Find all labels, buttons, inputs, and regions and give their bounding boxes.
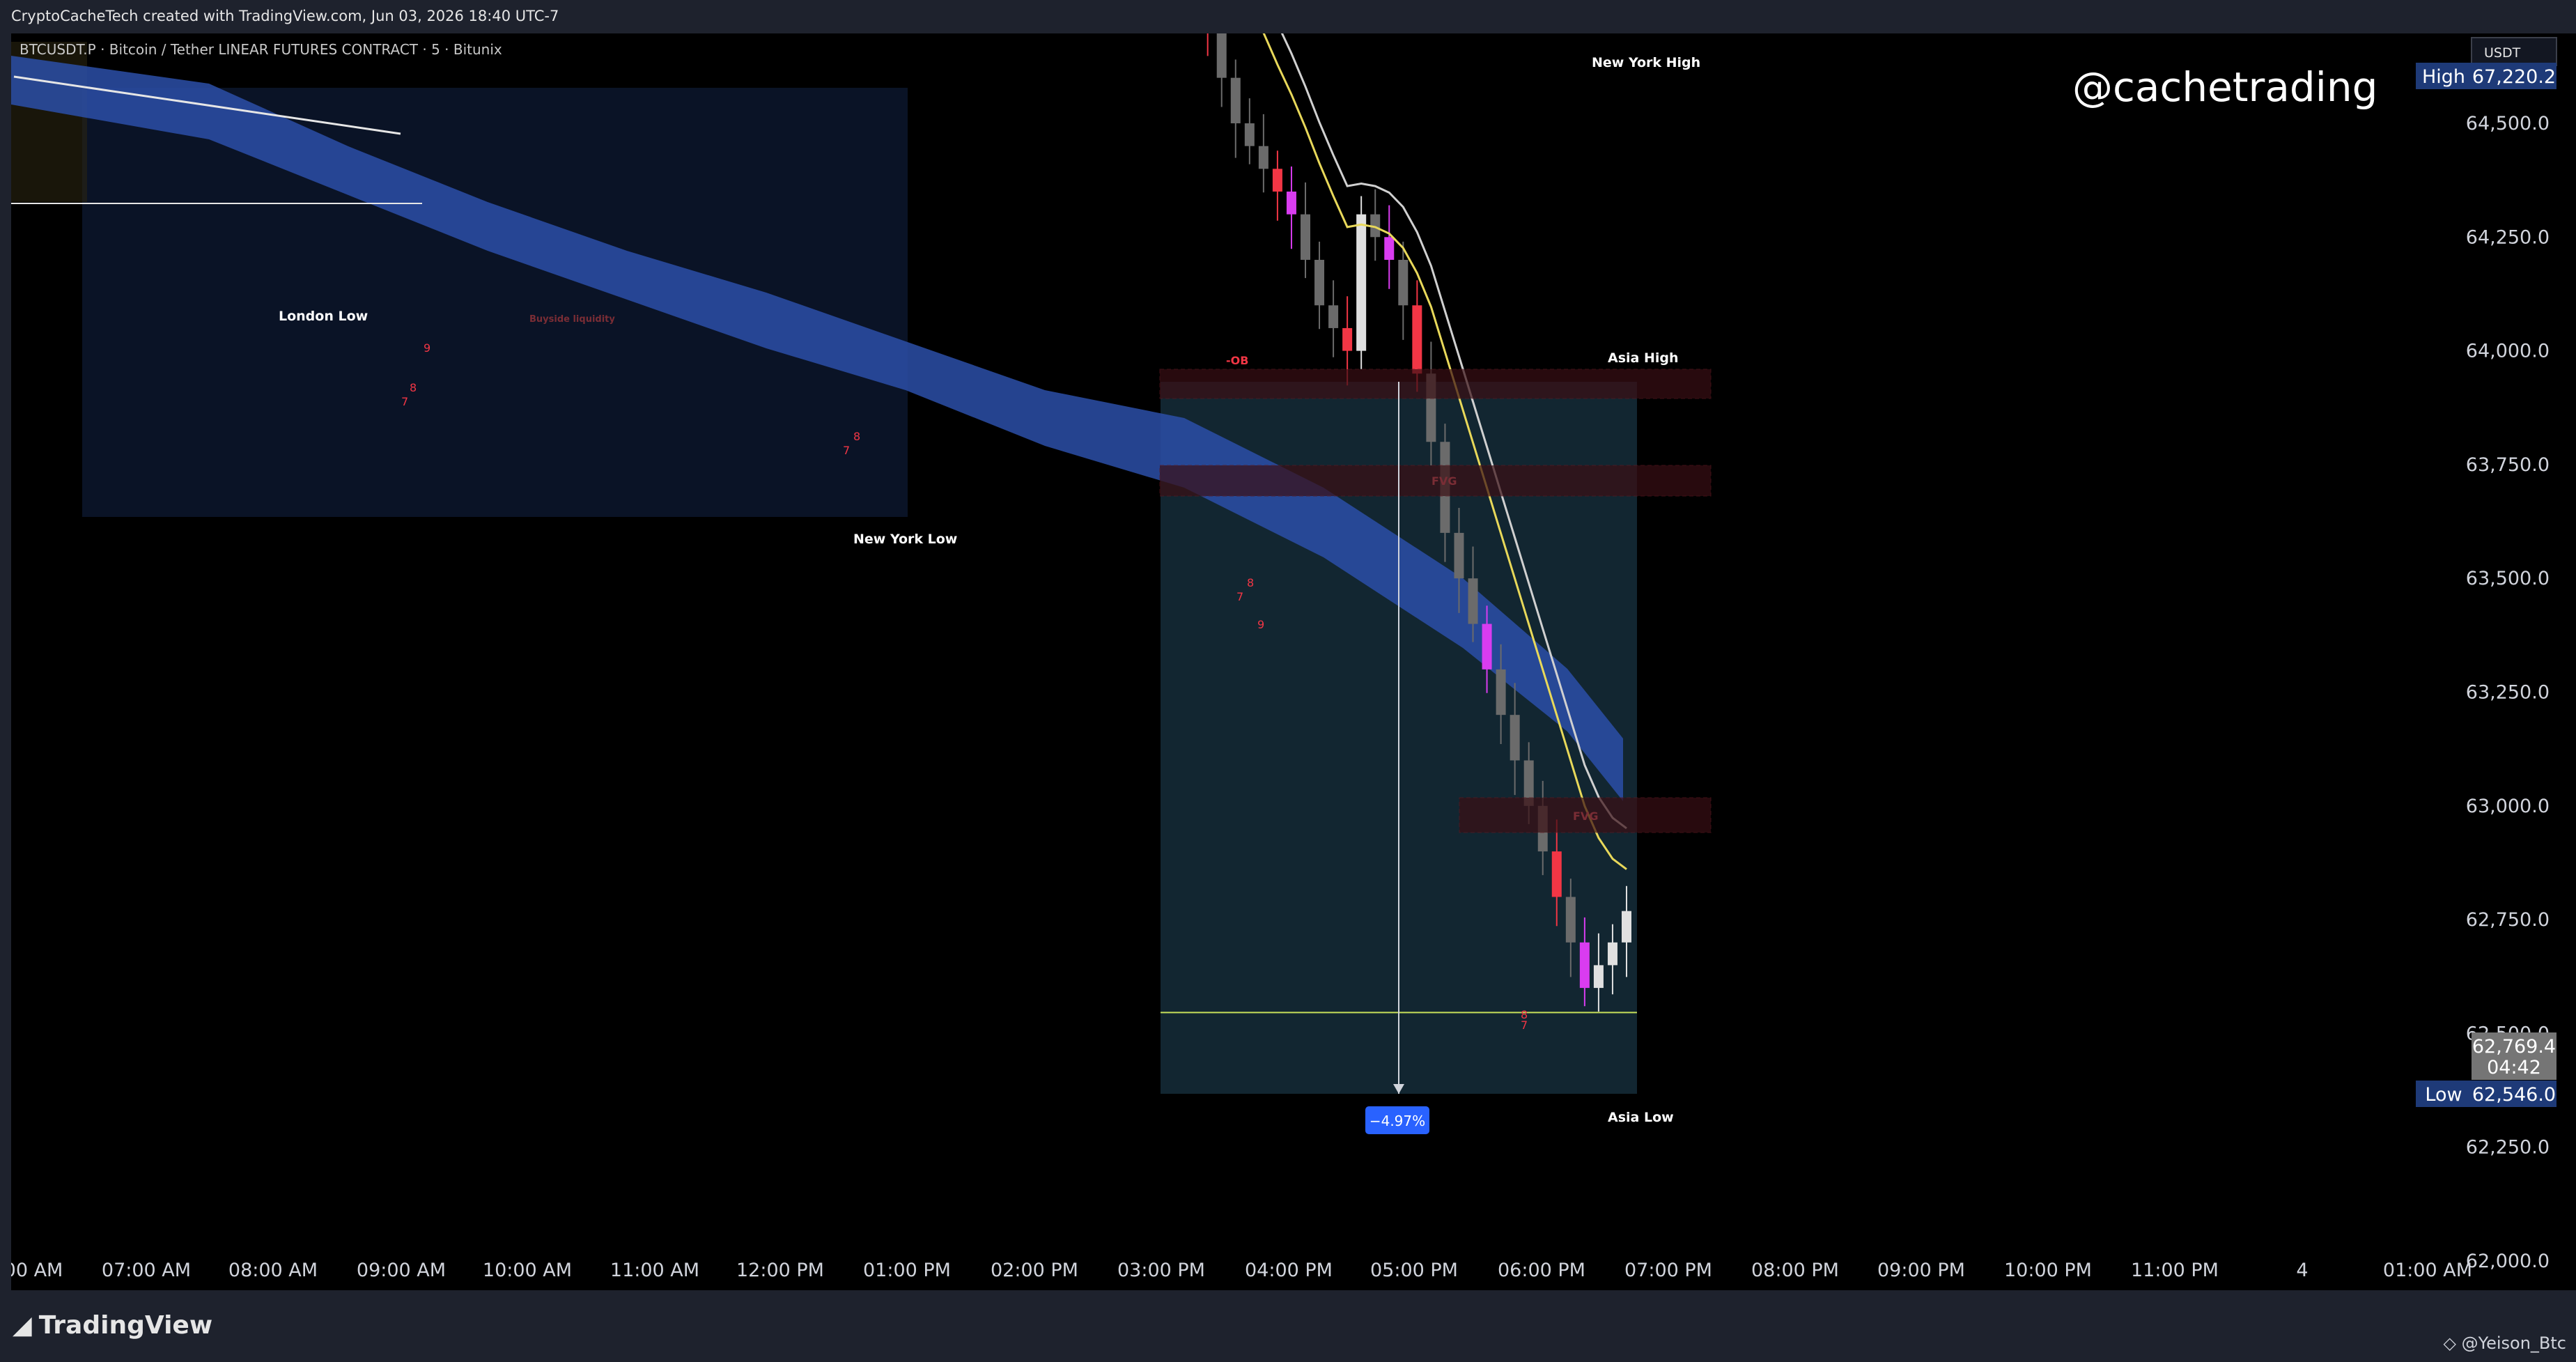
label-fvg: FVG	[1431, 474, 1457, 488]
x-tick-label: 02:00 PM	[991, 1260, 1078, 1281]
candle-body	[1565, 897, 1576, 943]
label-asia-high: Asia High	[1608, 350, 1679, 366]
y-tick-label: 62,000.0	[2466, 1251, 2550, 1272]
candle-body	[1244, 123, 1255, 146]
candle-body	[1579, 942, 1590, 989]
x-tick-label: 04:00 PM	[1245, 1260, 1333, 1281]
sequence-mark: 7	[843, 444, 850, 457]
author-credit-text: @Yeison_Btc	[2461, 1333, 2566, 1353]
candle-body	[1314, 259, 1325, 306]
y-tick-label: 64,500.0	[2466, 113, 2550, 134]
candle-body	[1301, 214, 1310, 260]
candle-body	[1607, 942, 1617, 966]
low-value-tag: 62,546.0	[2472, 1084, 2556, 1106]
currency-label: USDT	[2484, 45, 2521, 61]
y-tick-label: 63,750.0	[2466, 454, 2550, 476]
sequence-mark: 7	[401, 395, 408, 408]
x-tick-label: 11:00 PM	[2131, 1260, 2219, 1281]
label-fvg: FVG	[1573, 810, 1598, 823]
y-tick-label: 63,000.0	[2466, 796, 2550, 817]
sequence-mark: 9	[424, 341, 430, 355]
sequence-mark: 8	[853, 430, 860, 443]
candle-body	[1482, 624, 1492, 670]
candle-body	[1593, 965, 1604, 989]
tradingview-logo[interactable]: ◢ TradingView	[13, 1311, 212, 1340]
candle-body	[1468, 578, 1478, 624]
candle-body	[1258, 146, 1268, 169]
x-tick-label: 00 AM	[11, 1260, 63, 1281]
tradingview-brand: TradingView	[38, 1311, 213, 1340]
chart-area[interactable]: −4.97% New York High London Low New York Lo…	[4, 0, 2576, 1290]
x-tick-label: 03:00 PM	[1117, 1260, 1205, 1281]
x-tick-label: 07:00 PM	[1624, 1260, 1712, 1281]
sequence-mark: 8	[1247, 576, 1254, 589]
label-london-low: London Low	[279, 309, 368, 324]
top-bar: CryptoCacheTech created with TradingView…	[0, 0, 2576, 33]
candle-body	[1216, 32, 1227, 78]
x-tick-label: 12:00 PM	[736, 1260, 824, 1281]
label-new-york-low: New York Low	[853, 532, 957, 547]
candle-body	[1551, 851, 1562, 897]
x-tick-label: 06:00 PM	[1498, 1260, 1585, 1281]
x-tick-label: 01:00 PM	[863, 1260, 951, 1281]
countdown-tag: 04:42	[2487, 1057, 2541, 1078]
symbol-title: BTCUSDT.P · Bitcoin / Tether LINEAR FUTU…	[20, 41, 502, 58]
x-tick-label: 11:00 AM	[610, 1260, 699, 1281]
candle-body	[1496, 669, 1506, 715]
candle-body	[1412, 305, 1422, 374]
measure-value: −4.97%	[1370, 1113, 1425, 1129]
y-tick-label: 64,000.0	[2466, 341, 2550, 362]
tradingview-logo-icon: ◢	[13, 1311, 32, 1340]
candle-body	[1328, 305, 1339, 328]
diamond-icon: ◇	[2443, 1333, 2462, 1353]
x-tick-label: 09:00 AM	[357, 1260, 446, 1281]
y-tick-label: 62,250.0	[2466, 1137, 2550, 1159]
candle-body	[1356, 214, 1367, 351]
candle-body	[1286, 191, 1296, 215]
high-label-tag: High	[2422, 66, 2465, 88]
candle-body	[1622, 911, 1631, 943]
candle-body	[1342, 327, 1353, 351]
watermark-text: @cachetrading	[2072, 63, 2377, 111]
sequence-mark: 7	[1236, 590, 1243, 603]
footer-bar: ◢ TradingView ◇ @Yeison_Btc	[0, 1290, 2576, 1362]
y-tick-label: 62,750.0	[2466, 909, 2550, 931]
x-tick-label: 09:00 PM	[1877, 1260, 1965, 1281]
x-tick-label: 08:00 PM	[1751, 1260, 1839, 1281]
candle-body	[1230, 77, 1241, 123]
candle-body	[1510, 715, 1520, 761]
price-chart[interactable]: −4.97% New York High London Low New York Lo…	[4, 0, 2576, 1290]
sequence-mark: 8	[410, 381, 417, 394]
label-ob: -OB	[1226, 354, 1248, 367]
last-price-tag: 62,769.4	[2472, 1036, 2556, 1058]
x-tick-label: 10:00 AM	[483, 1260, 572, 1281]
y-tick-label: 63,500.0	[2466, 568, 2550, 589]
candle-body	[1384, 237, 1395, 260]
created-by-text: CryptoCacheTech created with TradingView…	[11, 8, 559, 24]
label-asia-low: Asia Low	[1608, 1110, 1674, 1125]
x-tick-label: 01:00 AM	[2383, 1260, 2472, 1281]
y-tick-label: 64,250.0	[2466, 226, 2550, 248]
candle-body	[1398, 259, 1409, 306]
low-label-tag: Low	[2425, 1084, 2462, 1106]
author-credit: ◇ @Yeison_Btc	[2444, 1333, 2566, 1353]
x-tick-label: 05:00 PM	[1370, 1260, 1458, 1281]
sequence-mark: 7	[1521, 1019, 1528, 1032]
candle-body	[1454, 532, 1464, 579]
x-tick-label: 07:00 AM	[102, 1260, 191, 1281]
x-tick-label: 10:00 PM	[2004, 1260, 2092, 1281]
x-tick-label: 4	[2296, 1260, 2308, 1281]
label-new-york-high: New York High	[1592, 55, 1700, 70]
label-buyside-liquidity: Buyside liquidity	[529, 314, 615, 325]
candle-body	[1272, 169, 1282, 192]
x-tick-label: 08:00 AM	[228, 1260, 318, 1281]
high-value-tag: 67,220.2	[2472, 66, 2556, 88]
fvg-zone	[1159, 369, 1712, 399]
sequence-mark: 9	[1257, 618, 1264, 631]
y-tick-label: 63,250.0	[2466, 682, 2550, 704]
